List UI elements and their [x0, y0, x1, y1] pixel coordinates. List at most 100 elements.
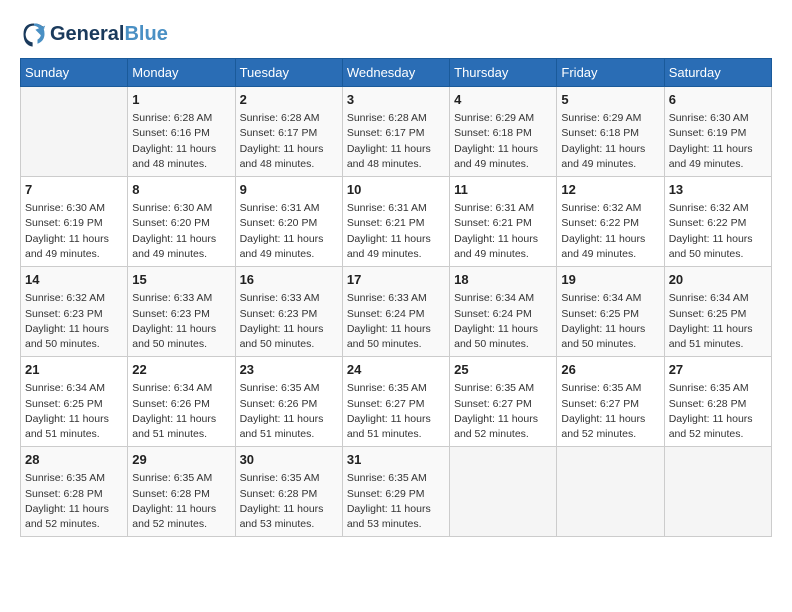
logo-text: GeneralBlue — [50, 23, 168, 46]
day-info: Sunrise: 6:34 AM Sunset: 6:25 PM Dayligh… — [669, 291, 767, 352]
day-number: 4 — [454, 91, 552, 109]
calendar-cell: 28 Sunrise: 6:35 AM Sunset: 6:28 PM Dayli… — [21, 447, 128, 537]
day-info: Sunrise: 6:32 AM Sunset: 6:23 PM Dayligh… — [25, 291, 123, 352]
day-number: 12 — [561, 181, 659, 199]
weekday-header-saturday: Saturday — [664, 59, 771, 87]
logo-icon — [20, 20, 48, 48]
day-number: 13 — [669, 181, 767, 199]
calendar-cell — [450, 447, 557, 537]
day-number: 24 — [347, 361, 445, 379]
day-number: 15 — [132, 271, 230, 289]
day-info: Sunrise: 6:31 AM Sunset: 6:21 PM Dayligh… — [454, 201, 552, 262]
day-number: 20 — [669, 271, 767, 289]
day-info: Sunrise: 6:35 AM Sunset: 6:27 PM Dayligh… — [561, 381, 659, 442]
day-info: Sunrise: 6:35 AM Sunset: 6:27 PM Dayligh… — [347, 381, 445, 442]
calendar-cell: 4 Sunrise: 6:29 AM Sunset: 6:18 PM Daylig… — [450, 87, 557, 177]
calendar-cell: 13 Sunrise: 6:32 AM Sunset: 6:22 PM Dayli… — [664, 177, 771, 267]
calendar-cell: 21Sunrise: 6:34 AM Sunset: 6:25 PM Dayli… — [21, 357, 128, 447]
day-info: Sunrise: 6:30 AM Sunset: 6:19 PM Dayligh… — [669, 111, 767, 172]
day-info: Sunrise: 6:28 AM Sunset: 6:17 PM Dayligh… — [347, 111, 445, 172]
day-number: 28 — [25, 451, 123, 469]
weekday-header-thursday: Thursday — [450, 59, 557, 87]
day-number: 1 — [132, 91, 230, 109]
day-number: 22 — [132, 361, 230, 379]
day-info: Sunrise: 6:34 AM Sunset: 6:26 PM Dayligh… — [132, 381, 230, 442]
day-number: 3 — [347, 91, 445, 109]
day-info: Sunrise: 6:35 AM Sunset: 6:28 PM Dayligh… — [25, 471, 123, 532]
calendar-week-row: 28 Sunrise: 6:35 AM Sunset: 6:28 PM Dayli… — [21, 447, 772, 537]
calendar-cell — [21, 87, 128, 177]
day-number: 6 — [669, 91, 767, 109]
logo: GeneralBlue — [20, 20, 168, 48]
day-number: 11 — [454, 181, 552, 199]
weekday-header-row: SundayMondayTuesdayWednesdayThursdayFrid… — [21, 59, 772, 87]
day-info: Sunrise: 6:35 AM Sunset: 6:29 PM Dayligh… — [347, 471, 445, 532]
day-number: 23 — [240, 361, 338, 379]
calendar-week-row: 14 Sunrise: 6:32 AM Sunset: 6:23 PM Dayli… — [21, 267, 772, 357]
day-info: Sunrise: 6:28 AM Sunset: 6:16 PM Dayligh… — [132, 111, 230, 172]
calendar-cell: 16Sunrise: 6:33 AM Sunset: 6:23 PM Dayli… — [235, 267, 342, 357]
calendar-cell: 3 Sunrise: 6:28 AM Sunset: 6:17 PM Daylig… — [342, 87, 449, 177]
day-number: 5 — [561, 91, 659, 109]
day-info: Sunrise: 6:34 AM Sunset: 6:25 PM Dayligh… — [25, 381, 123, 442]
day-info: Sunrise: 6:35 AM Sunset: 6:28 PM Dayligh… — [669, 381, 767, 442]
calendar-cell: 31 Sunrise: 6:35 AM Sunset: 6:29 PM Dayli… — [342, 447, 449, 537]
calendar-cell: 15 Sunrise: 6:33 AM Sunset: 6:23 PM Dayli… — [128, 267, 235, 357]
day-info: Sunrise: 6:34 AM Sunset: 6:25 PM Dayligh… — [561, 291, 659, 352]
calendar-cell: 1 Sunrise: 6:28 AM Sunset: 6:16 PM Daylig… — [128, 87, 235, 177]
day-info: Sunrise: 6:32 AM Sunset: 6:22 PM Dayligh… — [561, 201, 659, 262]
day-info: Sunrise: 6:34 AM Sunset: 6:24 PM Dayligh… — [454, 291, 552, 352]
calendar-table: SundayMondayTuesdayWednesdayThursdayFrid… — [20, 58, 772, 537]
calendar-cell: 14 Sunrise: 6:32 AM Sunset: 6:23 PM Dayli… — [21, 267, 128, 357]
day-number: 26 — [561, 361, 659, 379]
day-number: 8 — [132, 181, 230, 199]
calendar-cell: 10 Sunrise: 6:31 AM Sunset: 6:21 PM Dayli… — [342, 177, 449, 267]
day-info: Sunrise: 6:29 AM Sunset: 6:18 PM Dayligh… — [454, 111, 552, 172]
day-info: Sunrise: 6:30 AM Sunset: 6:20 PM Dayligh… — [132, 201, 230, 262]
day-number: 7 — [25, 181, 123, 199]
day-info: Sunrise: 6:32 AM Sunset: 6:22 PM Dayligh… — [669, 201, 767, 262]
day-info: Sunrise: 6:35 AM Sunset: 6:28 PM Dayligh… — [240, 471, 338, 532]
calendar-cell: 25 Sunrise: 6:35 AM Sunset: 6:27 PM Dayli… — [450, 357, 557, 447]
day-info: Sunrise: 6:35 AM Sunset: 6:27 PM Dayligh… — [454, 381, 552, 442]
calendar-cell: 20 Sunrise: 6:34 AM Sunset: 6:25 PM Dayli… — [664, 267, 771, 357]
calendar-cell: 11 Sunrise: 6:31 AM Sunset: 6:21 PM Dayli… — [450, 177, 557, 267]
day-number: 29 — [132, 451, 230, 469]
calendar-week-row: 1 Sunrise: 6:28 AM Sunset: 6:16 PM Daylig… — [21, 87, 772, 177]
calendar-cell: 2Sunrise: 6:28 AM Sunset: 6:17 PM Daylig… — [235, 87, 342, 177]
day-info: Sunrise: 6:29 AM Sunset: 6:18 PM Dayligh… — [561, 111, 659, 172]
day-info: Sunrise: 6:35 AM Sunset: 6:28 PM Dayligh… — [132, 471, 230, 532]
day-number: 18 — [454, 271, 552, 289]
calendar-cell: 22 Sunrise: 6:34 AM Sunset: 6:26 PM Dayli… — [128, 357, 235, 447]
day-info: Sunrise: 6:31 AM Sunset: 6:21 PM Dayligh… — [347, 201, 445, 262]
day-number: 31 — [347, 451, 445, 469]
day-number: 17 — [347, 271, 445, 289]
day-info: Sunrise: 6:33 AM Sunset: 6:23 PM Dayligh… — [132, 291, 230, 352]
calendar-cell — [664, 447, 771, 537]
day-number: 25 — [454, 361, 552, 379]
calendar-week-row: 7Sunrise: 6:30 AM Sunset: 6:19 PM Daylig… — [21, 177, 772, 267]
calendar-week-row: 21Sunrise: 6:34 AM Sunset: 6:25 PM Dayli… — [21, 357, 772, 447]
day-number: 16 — [240, 271, 338, 289]
day-info: Sunrise: 6:35 AM Sunset: 6:26 PM Dayligh… — [240, 381, 338, 442]
day-info: Sunrise: 6:31 AM Sunset: 6:20 PM Dayligh… — [240, 201, 338, 262]
calendar-cell: 29 Sunrise: 6:35 AM Sunset: 6:28 PM Dayli… — [128, 447, 235, 537]
day-info: Sunrise: 6:28 AM Sunset: 6:17 PM Dayligh… — [240, 111, 338, 172]
calendar-cell: 19Sunrise: 6:34 AM Sunset: 6:25 PM Dayli… — [557, 267, 664, 357]
calendar-cell: 23 Sunrise: 6:35 AM Sunset: 6:26 PM Dayli… — [235, 357, 342, 447]
weekday-header-monday: Monday — [128, 59, 235, 87]
weekday-header-friday: Friday — [557, 59, 664, 87]
calendar-cell: 24 Sunrise: 6:35 AM Sunset: 6:27 PM Dayli… — [342, 357, 449, 447]
calendar-cell — [557, 447, 664, 537]
page-header: GeneralBlue — [20, 20, 772, 48]
calendar-cell: 8 Sunrise: 6:30 AM Sunset: 6:20 PM Daylig… — [128, 177, 235, 267]
calendar-cell: 5 Sunrise: 6:29 AM Sunset: 6:18 PM Daylig… — [557, 87, 664, 177]
weekday-header-sunday: Sunday — [21, 59, 128, 87]
calendar-cell: 12 Sunrise: 6:32 AM Sunset: 6:22 PM Dayli… — [557, 177, 664, 267]
day-number: 14 — [25, 271, 123, 289]
day-number: 10 — [347, 181, 445, 199]
calendar-cell: 27Sunrise: 6:35 AM Sunset: 6:28 PM Dayli… — [664, 357, 771, 447]
calendar-cell: 26 Sunrise: 6:35 AM Sunset: 6:27 PM Dayli… — [557, 357, 664, 447]
calendar-cell: 7Sunrise: 6:30 AM Sunset: 6:19 PM Daylig… — [21, 177, 128, 267]
day-number: 9 — [240, 181, 338, 199]
